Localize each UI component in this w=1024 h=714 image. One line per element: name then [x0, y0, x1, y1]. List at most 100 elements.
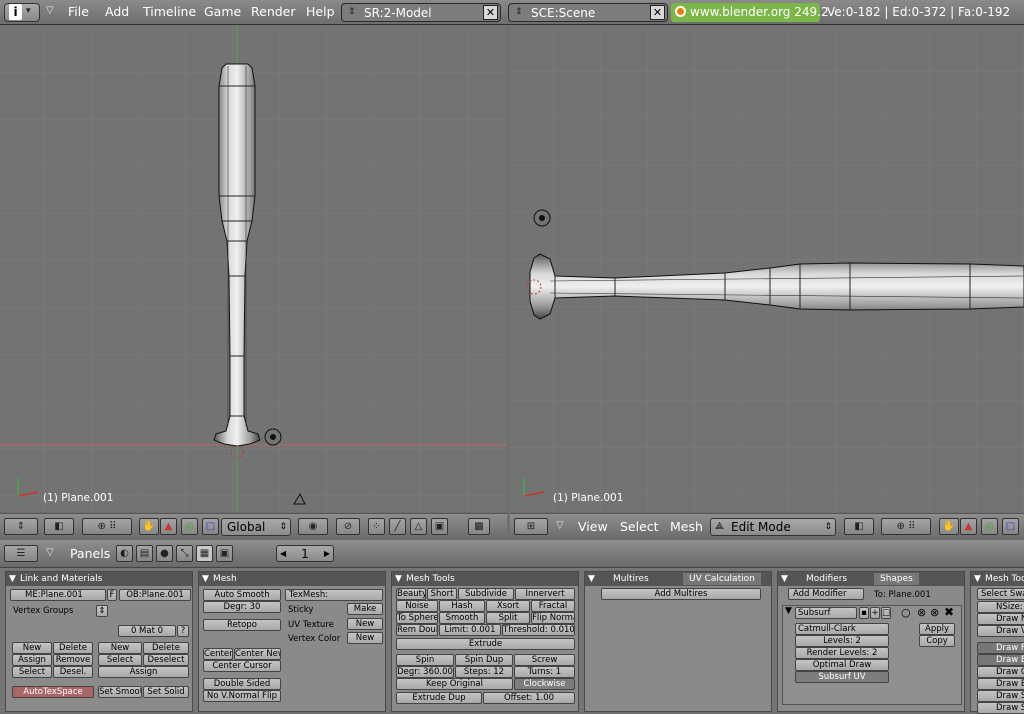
set-smooth-button[interactable]: Set Smoot [98, 686, 142, 698]
material-new-button[interactable]: New [98, 642, 142, 654]
modifier-cage-icon[interactable]: □ [881, 607, 891, 619]
draw-edges-toggle[interactable]: Draw E [977, 654, 1024, 666]
object-icon[interactable]: ◧ [44, 518, 74, 535]
object-context-icon[interactable]: ⤡ [176, 545, 193, 562]
snap-icon[interactable]: ⊘ [336, 518, 360, 535]
double-sided-toggle[interactable]: Double Sided [203, 678, 281, 690]
screen-selector[interactable]: ⇕ SR:2-Model ✕ [341, 3, 501, 22]
editor-type-icon[interactable]: ⇕ [4, 518, 38, 535]
script-context-icon[interactable]: ▤ [136, 545, 153, 562]
menu-view[interactable]: View [578, 519, 608, 534]
arrow-left-icon[interactable]: ◀ [280, 546, 286, 562]
apply-modifier-button[interactable]: Apply [919, 623, 955, 635]
pivot-icon[interactable]: ⊕ ⠿ [881, 518, 931, 535]
rotate-icon[interactable]: ◎ [981, 518, 998, 535]
spin-button[interactable]: Spin [396, 654, 454, 666]
material-help-button[interactable]: ? [177, 625, 189, 637]
editing-context-icon[interactable]: ▦ [196, 545, 213, 562]
menu-mesh[interactable]: Mesh [670, 519, 703, 534]
select-swap-button[interactable]: Select Swa [977, 588, 1024, 600]
modifier-down-icon[interactable]: ⊗ [930, 606, 939, 619]
remove-doubles-button[interactable]: Rem Doubl [396, 624, 438, 636]
menu-game[interactable]: Game [204, 4, 241, 19]
pivot-icon[interactable]: ⊕ ⠿ [82, 518, 132, 535]
panel-title[interactable]: ▼ Mesh Too [971, 572, 1024, 586]
center-button[interactable]: Center [203, 648, 233, 660]
menu-file[interactable]: File [68, 4, 89, 19]
tab-uv-calculation[interactable]: UV Calculation [683, 573, 761, 585]
panel-title[interactable]: ▼ Link and Materials [6, 572, 192, 586]
copy-modifier-button[interactable]: Copy [919, 635, 955, 647]
side-viewport[interactable]: (1) Plane.001 [510, 26, 1024, 512]
keep-original-toggle[interactable]: Keep Original [396, 678, 513, 690]
material-assign-button[interactable]: Assign [98, 666, 189, 678]
spin-dup-button[interactable]: Spin Dup [455, 654, 513, 666]
subsurf-uv-toggle[interactable]: Subsurf UV [795, 671, 889, 683]
draw-normals-toggle[interactable]: Draw No [977, 613, 1024, 625]
menu-select[interactable]: Select [620, 519, 659, 534]
close-scene-icon[interactable]: ✕ [650, 5, 665, 20]
scale-icon[interactable]: □ [1002, 518, 1019, 535]
material-slot-field[interactable]: 0 Mat 0 [118, 625, 176, 637]
optimal-draw-toggle[interactable]: Optimal Draw [795, 659, 889, 671]
render-levels-field[interactable]: Render Levels: 2 [795, 647, 889, 659]
object-name-field[interactable]: OB:Plane.001 [119, 589, 191, 601]
scale-icon[interactable]: □ [202, 518, 219, 535]
front-viewport[interactable]: (1) Plane.001 [0, 26, 507, 512]
normal-size-field[interactable]: NSize: [977, 601, 1024, 613]
innervert-button[interactable]: Innervert [515, 588, 575, 600]
fractal-button[interactable]: Fractal [531, 600, 575, 612]
sticky-make-button[interactable]: Make [347, 603, 383, 615]
clockwise-toggle[interactable]: Clockwise [514, 678, 575, 690]
menu-help[interactable]: Help [306, 4, 335, 19]
vgroup-remove-button[interactable]: Remove [53, 654, 93, 666]
collapse-menu-icon[interactable]: ▽ [556, 520, 564, 531]
center-cursor-button[interactable]: Center Cursor [203, 660, 281, 672]
hand-manipulator-icon[interactable]: ✋ [939, 518, 959, 535]
rotate-icon[interactable]: ◎ [181, 518, 198, 535]
subdivide-button[interactable]: Subdivide [458, 588, 514, 600]
threshold-field[interactable]: Threshold: 0.010 [502, 624, 575, 636]
editor-type-icon[interactable]: ☰ [4, 545, 38, 562]
auto-smooth-degrees[interactable]: Degr: 30 [203, 601, 281, 613]
vertex-group-menu[interactable]: ⇕ [96, 605, 108, 617]
panel-title[interactable]: ▼ Mesh Tools [392, 572, 578, 586]
menu-render[interactable]: Render [251, 4, 296, 19]
flip-normal-button[interactable]: Flip Normal [531, 612, 575, 624]
collapse-triangle-icon[interactable]: ▼ [785, 606, 792, 616]
tab-shapes[interactable]: Shapes [874, 573, 919, 585]
levels-field[interactable]: Levels: 2 [795, 635, 889, 647]
panel-title[interactable]: ▼ Modifiers [778, 572, 964, 586]
modifier-editmode-icon[interactable]: + [870, 607, 880, 619]
autotexspace-toggle[interactable]: AutoTexSpace [12, 686, 94, 698]
draw-vnormals-toggle[interactable]: Draw VN [977, 625, 1024, 637]
material-delete-button[interactable]: Delete [143, 642, 189, 654]
collapse-menu-icon[interactable]: ▽ [46, 547, 54, 558]
draw-sharp-toggle[interactable]: Draw Sh [977, 702, 1024, 714]
retopo-toggle[interactable]: Retopo [203, 619, 281, 631]
auto-smooth-toggle[interactable]: Auto Smooth [203, 589, 281, 601]
extrude-dup-button[interactable]: Extrude Dup [396, 692, 482, 704]
scene-selector[interactable]: ⇕ SCE:Scene ✕ [508, 3, 668, 22]
material-deselect-button[interactable]: Deselect [143, 654, 189, 666]
material-select-button[interactable]: Select [98, 654, 142, 666]
blender-url-badge[interactable]: www.blender.org 249.2 [671, 3, 829, 22]
proportional-edit-icon[interactable]: ◉ [298, 518, 328, 535]
uv-texture-new-button[interactable]: New [347, 618, 383, 630]
draw-faces-toggle[interactable]: Draw F [977, 642, 1024, 654]
translate-icon[interactable]: ▲ [960, 518, 977, 535]
fake-user-button[interactable]: F [107, 589, 117, 601]
edge-select-icon[interactable]: ╱ [389, 518, 406, 535]
modifier-name-field[interactable]: Subsurf [795, 607, 857, 619]
draw-creases-toggle[interactable]: Draw Cr [977, 666, 1024, 678]
menu-add[interactable]: Add [105, 4, 129, 19]
logic-context-icon[interactable]: ◐ [116, 545, 133, 562]
mesh-name-field[interactable]: ME:Plane.001 [10, 589, 106, 601]
offset-field[interactable]: Offset: 1.00 [483, 692, 575, 704]
collapse-menu-icon[interactable]: ▽ [46, 5, 54, 16]
vgroup-deselect-button[interactable]: Desel. [53, 666, 93, 678]
hand-manipulator-icon[interactable]: ✋ [139, 518, 159, 535]
face-select-icon[interactable]: △ [410, 518, 427, 535]
close-screen-icon[interactable]: ✕ [483, 5, 498, 20]
editor-type-icon[interactable]: ⊞ [514, 518, 548, 535]
